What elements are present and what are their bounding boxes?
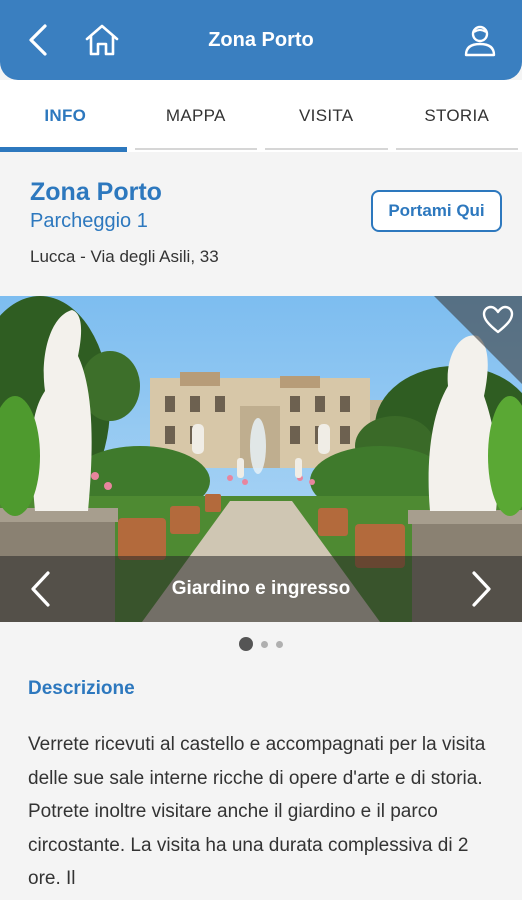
- gallery-prev-button[interactable]: [18, 564, 62, 614]
- gallery-dot-2[interactable]: [261, 640, 268, 648]
- chevron-right-icon: [472, 571, 491, 607]
- user-icon: [464, 25, 496, 57]
- header-title: Zona Porto: [208, 28, 314, 51]
- heart-outline-icon[interactable]: [482, 304, 514, 336]
- tab-info[interactable]: INFO: [0, 80, 131, 152]
- back-button[interactable]: [16, 18, 60, 62]
- chevron-left-icon: [29, 24, 47, 56]
- tab-storia[interactable]: STORIA: [392, 80, 522, 152]
- tab-mappa[interactable]: MAPPA: [131, 80, 262, 152]
- description-heading: Descrizione: [28, 678, 135, 699]
- poi-subtitle: Parcheggio 1: [30, 210, 148, 232]
- poi-address: Lucca - Via degli Asili, 33: [30, 247, 219, 266]
- gallery-dot-3[interactable]: [276, 640, 283, 648]
- tab-bar: INFO MAPPA VISITA STORIA: [0, 80, 522, 152]
- photo-gallery[interactable]: Giardino e ingresso: [0, 296, 522, 622]
- description-text: Verrete ricevuti al castello e accompagn…: [28, 734, 486, 889]
- chevron-left-icon: [31, 571, 50, 607]
- poi-info: Zona Porto Parcheggio 1 Lucca - Via degl…: [0, 152, 522, 296]
- gallery-pagination: [0, 636, 522, 652]
- gallery-dot-1[interactable]: [239, 637, 253, 651]
- gallery-caption-bar: Giardino e ingresso: [0, 556, 522, 622]
- tab-visita[interactable]: VISITA: [261, 80, 392, 152]
- poi-title: Zona Porto: [30, 178, 162, 206]
- home-icon: [85, 24, 119, 56]
- home-button[interactable]: [80, 18, 124, 62]
- app-header: Zona Porto: [0, 0, 522, 80]
- navigate-here-button[interactable]: Portami Qui: [371, 190, 502, 232]
- profile-button[interactable]: [458, 18, 502, 62]
- gallery-caption: Giardino e ingresso: [171, 578, 351, 599]
- gallery-next-button[interactable]: [460, 564, 504, 614]
